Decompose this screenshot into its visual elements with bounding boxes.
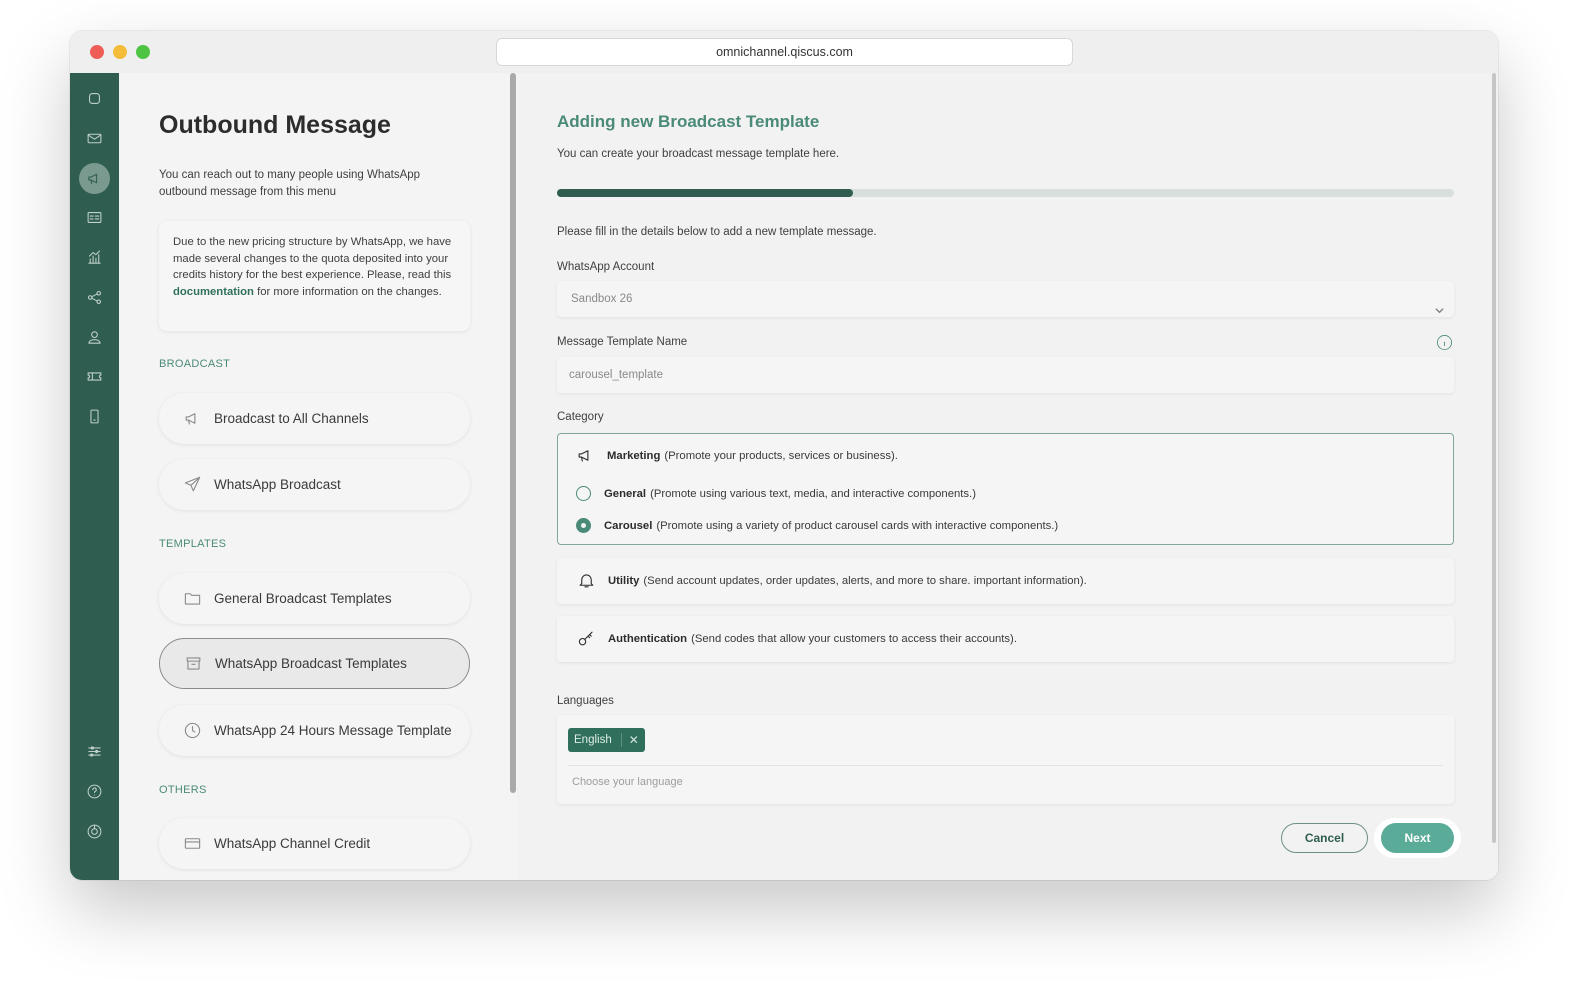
form-title: Adding new Broadcast Template [557, 112, 820, 131]
section-label-broadcast: BROADCAST [159, 358, 231, 370]
whatsapp-account-select[interactable]: Sandbox 26 [557, 281, 1454, 317]
nav-whatsapp-broadcast-templates[interactable]: WhatsApp Broadcast Templates [159, 638, 470, 689]
folder-icon [184, 593, 201, 605]
send-icon [184, 476, 201, 492]
settings-sliders-icon[interactable] [79, 736, 110, 767]
template-name-label: Message Template Name [557, 336, 688, 348]
nav-rail [70, 73, 119, 880]
page-title: Outbound Message [159, 111, 391, 139]
megaphone-icon[interactable] [79, 163, 110, 194]
minimize-window-button[interactable] [113, 45, 127, 59]
nav-item-label: WhatsApp Channel Credit [214, 836, 371, 851]
outbound-side-panel: Outbound Message You can reach out to ma… [119, 73, 510, 880]
form-subtitle: You can create your broadcast message te… [557, 148, 840, 160]
nav-general-broadcast-templates[interactable]: General Broadcast Templates [159, 573, 470, 624]
subcategory-carousel-name: Carousel [604, 519, 653, 532]
nav-whatsapp-broadcast[interactable]: WhatsApp Broadcast [159, 459, 470, 510]
clock-icon [184, 722, 201, 739]
languages-field[interactable]: English ✕ Choose your language [557, 715, 1454, 804]
category-utility-card[interactable]: Utility (Send account updates, order upd… [557, 558, 1454, 604]
agent-icon[interactable] [79, 322, 110, 353]
key-icon [578, 631, 593, 646]
nav-whatsapp-24-hours-template[interactable]: WhatsApp 24 Hours Message Template [159, 705, 470, 756]
close-window-button[interactable] [90, 45, 104, 59]
languages-label: Languages [557, 695, 614, 707]
megaphone-icon [185, 413, 196, 425]
category-authentication-card[interactable]: Authentication (Send codes that allow yo… [557, 616, 1454, 662]
nav-item-label: WhatsApp 24 Hours Message Template [214, 723, 452, 738]
form-hint: Please fill in the details below to add … [557, 226, 877, 238]
template-name-input[interactable]: carousel_template [557, 357, 1454, 393]
mobile-icon[interactable] [79, 401, 110, 432]
general-radio[interactable] [576, 486, 591, 501]
language-chip-english: English ✕ [568, 728, 645, 752]
category-marketing-desc: (Promote your products, services or busi… [664, 449, 898, 462]
side-panel-scrollbar[interactable] [510, 73, 516, 793]
carousel-radio[interactable] [576, 518, 591, 533]
integration-icon[interactable] [79, 282, 110, 313]
category-authentication-name: Authentication [608, 632, 688, 645]
template-form: Adding new Broadcast Template You can cr… [517, 73, 1498, 880]
whatsapp-account-label: WhatsApp Account [557, 261, 655, 273]
category-marketing-row: Marketing (Promote your products, servic… [576, 446, 898, 465]
whatsapp-account-value: Sandbox 26 [571, 293, 633, 305]
remove-language-icon[interactable]: ✕ [620, 733, 639, 747]
pricing-notice: Due to the new pricing structure by What… [159, 221, 470, 331]
language-chip-label: English [574, 734, 612, 746]
nav-item-label: WhatsApp Broadcast [214, 477, 341, 492]
bell-icon [579, 574, 594, 588]
subcategory-carousel-desc: (Promote using a variety of product caro… [656, 519, 1059, 532]
category-utility-name: Utility [608, 574, 640, 587]
nav-item-label: Broadcast to All Channels [214, 411, 369, 426]
chevron-down-icon [1435, 294, 1444, 314]
maximize-window-button[interactable] [136, 45, 150, 59]
step-progress-bar [557, 189, 1454, 197]
info-icon[interactable] [1436, 334, 1453, 351]
nav-item-label: General Broadcast Templates [214, 591, 392, 606]
category-utility-row: Utility (Send account updates, order upd… [577, 571, 1087, 590]
mail-icon[interactable] [79, 123, 110, 154]
contact-card-icon[interactable] [79, 202, 110, 233]
next-button[interactable]: Next [1381, 823, 1454, 853]
notice-text-after: for more information on the changes. [253, 286, 442, 299]
category-marketing-card[interactable]: Marketing (Promote your products, servic… [557, 433, 1454, 545]
nav-whatsapp-channel-credit[interactable]: WhatsApp Channel Credit [159, 818, 470, 869]
archive-icon [186, 657, 201, 670]
browser-titlebar: omnichannel.qiscus.com [70, 31, 1498, 73]
notice-text-before: Due to the new pricing structure by What… [173, 236, 452, 282]
nav-item-label: WhatsApp Broadcast Templates [215, 656, 407, 671]
chat-icon[interactable] [79, 83, 110, 114]
help-icon[interactable] [79, 776, 110, 807]
subcategory-general-option[interactable]: General (Promote using various text, med… [576, 486, 976, 501]
category-authentication-row: Authentication (Send codes that allow yo… [577, 629, 1017, 648]
documentation-link[interactable]: documentation [173, 286, 254, 298]
app-content: Outbound Message You can reach out to ma… [70, 73, 1498, 880]
subcategory-carousel-option[interactable]: Carousel (Promote using a variety of pro… [576, 518, 1058, 533]
logout-icon[interactable] [79, 816, 110, 847]
ticket-icon[interactable] [79, 361, 110, 392]
section-label-others: OTHERS [159, 784, 207, 796]
subcategory-general-name: General [604, 487, 647, 500]
browser-window: omnichannel.qiscus.com Outbound Message … [70, 31, 1498, 880]
analytics-icon[interactable] [79, 242, 110, 273]
language-search-input[interactable]: Choose your language [572, 776, 683, 788]
credit-card-icon [184, 838, 201, 849]
languages-divider [568, 765, 1443, 766]
category-utility-desc: (Send account updates, order updates, al… [643, 574, 1087, 587]
main-scrollbar[interactable] [1492, 73, 1496, 843]
category-authentication-desc: (Send codes that allow your customers to… [691, 632, 1017, 645]
category-label: Category [557, 411, 604, 423]
subcategory-general-desc: (Promote using various text, media, and … [650, 487, 976, 500]
nav-broadcast-all-channels[interactable]: Broadcast to All Channels [159, 393, 470, 444]
category-marketing-name: Marketing [607, 449, 661, 462]
megaphone-icon [578, 450, 589, 462]
page-description: You can reach out to many people using W… [159, 169, 421, 198]
section-label-templates: TEMPLATES [159, 538, 227, 550]
address-bar[interactable]: omnichannel.qiscus.com [496, 38, 1073, 66]
cancel-button[interactable]: Cancel [1281, 823, 1368, 853]
step-progress-fill [557, 189, 853, 197]
